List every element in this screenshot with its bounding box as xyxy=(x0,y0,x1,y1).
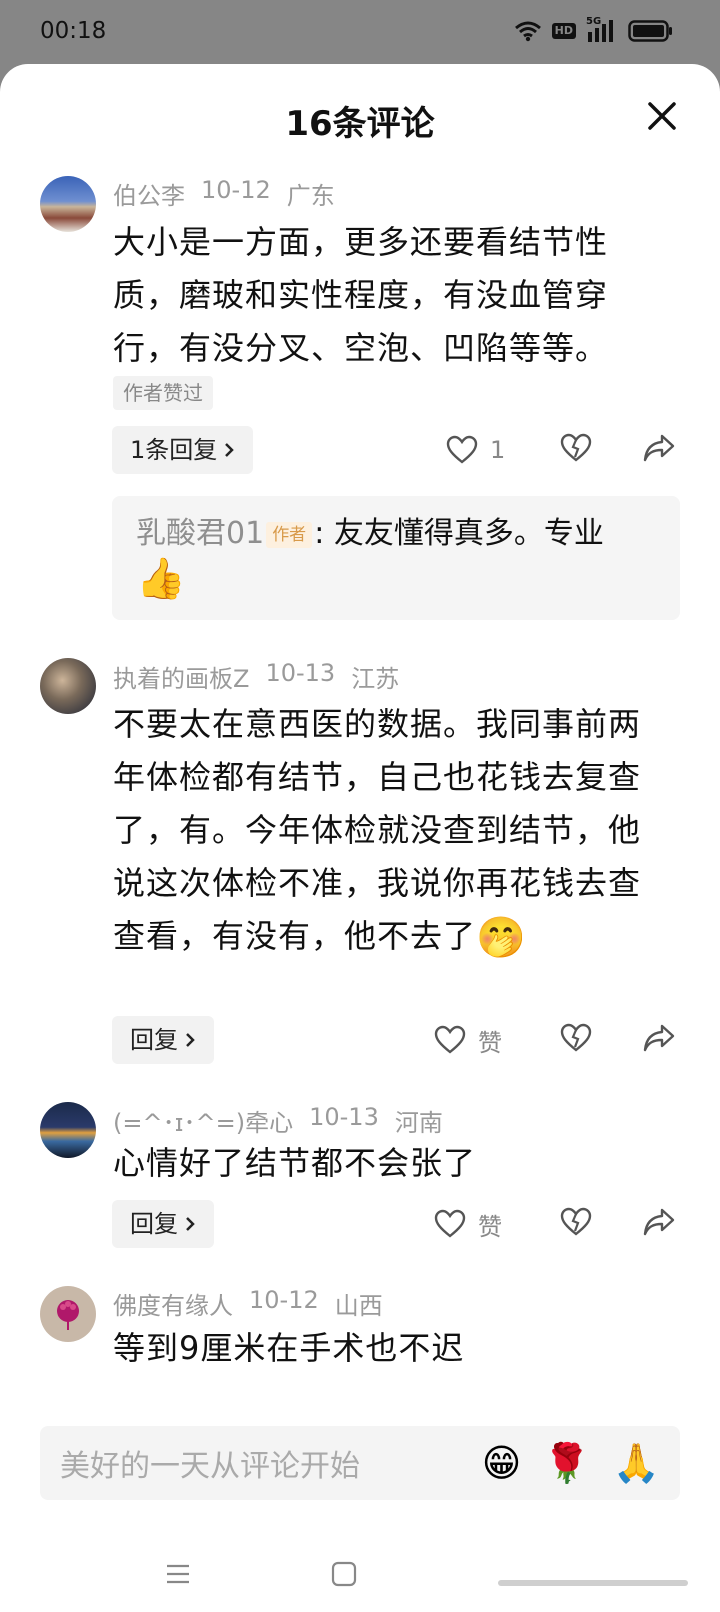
comment-location: 河南 xyxy=(394,1109,443,1137)
comment-author[interactable]: (=^･ɪ･^=)牵心 xyxy=(113,1103,293,1138)
comment-input[interactable]: 美好的一天从评论开始 xyxy=(60,1441,460,1485)
status-bar: 00:18 HD 5G xyxy=(0,0,720,64)
comment-text: 不要太在意西医的数据。我同事前两年体检都有结节，自己也花钱去复查了，有。今年体检… xyxy=(113,698,653,965)
like-button[interactable]: 赞 xyxy=(434,1023,544,1058)
sheet-title: 16条评论 xyxy=(285,104,435,144)
comment-text: 心情好了结节都不会张了 xyxy=(113,1144,477,1182)
rose-emoji-button[interactable]: 🌹 xyxy=(543,1441,590,1486)
comment-date: 10-13 xyxy=(265,659,336,687)
like-button[interactable]: 赞 xyxy=(434,1207,544,1242)
comment-author[interactable]: 伯公李 xyxy=(113,176,185,211)
view-replies-label: 1条回复 xyxy=(130,436,218,464)
avatar[interactable] xyxy=(40,176,96,232)
pray-emoji-button[interactable]: 🙏 xyxy=(613,1441,660,1486)
broken-heart-icon xyxy=(560,433,592,462)
comment-text: 等到9厘米在手术也不迟 xyxy=(113,1329,465,1367)
close-button[interactable] xyxy=(640,94,684,138)
comment-date: 10-13 xyxy=(309,1103,379,1131)
comment-actions: 1 xyxy=(440,426,680,474)
comment-meta: (=^･ɪ･^=)牵心 10-13 河南 xyxy=(113,1103,443,1138)
close-icon xyxy=(648,102,676,130)
comment-author[interactable]: 佛度有缘人 xyxy=(113,1286,233,1321)
like-count: 1 xyxy=(490,436,506,464)
author-liked-badge: 作者赞过 xyxy=(113,376,213,410)
home-icon xyxy=(331,1561,357,1587)
menu-icon xyxy=(167,1564,189,1584)
dislike-button[interactable] xyxy=(560,1023,592,1057)
like-label: 赞 xyxy=(478,1028,502,1057)
reply-label: 回复 xyxy=(130,1210,178,1238)
home-button[interactable] xyxy=(330,1560,358,1592)
comment-text-content: 不要太在意西医的数据。我同事前两年体检都有结节，自己也花钱去复查了，有。今年体检… xyxy=(113,705,642,955)
chevron-right-icon xyxy=(225,443,235,457)
dislike-button[interactable] xyxy=(560,433,592,467)
avatar[interactable] xyxy=(40,1102,96,1158)
menu-button[interactable] xyxy=(164,1560,192,1592)
share-icon xyxy=(643,1024,675,1052)
share-button[interactable] xyxy=(642,1023,676,1057)
share-icon xyxy=(643,434,675,462)
avatar[interactable] xyxy=(40,658,96,714)
comment-location: 广东 xyxy=(286,182,335,210)
grinning-emoji-button[interactable]: 😁 xyxy=(482,1441,522,1485)
status-icons: HD 5G xyxy=(514,16,674,46)
heart-icon xyxy=(434,1025,466,1054)
reply-author[interactable]: 乳酸君01 xyxy=(136,516,264,551)
thumbs-up-emoji: 👍 xyxy=(136,555,186,602)
comment-meta: 佛度有缘人 10-12 山西 xyxy=(113,1286,383,1321)
battery-icon xyxy=(628,20,672,42)
hd-badge: HD xyxy=(551,23,576,39)
reply-text: 友友懂得真多。专业 xyxy=(333,516,604,551)
share-icon xyxy=(643,1208,675,1236)
dislike-button[interactable] xyxy=(560,1207,592,1241)
reply-preview[interactable]: 乳酸君01 作者: 友友懂得真多。专业 👍 xyxy=(112,496,680,620)
comment-meta: 执着的画板Z 10-13 江苏 xyxy=(113,659,399,694)
comment-text: 大小是一方面，更多还要看结节性质，磨玻和实性程度，有没血管穿行，有没分叉、空泡、… xyxy=(113,223,609,367)
gesture-bar-icon xyxy=(498,1580,688,1586)
chevron-right-icon xyxy=(186,1033,195,1047)
author-tag: 作者 xyxy=(266,521,313,548)
covering-mouth-emoji: 🤭 xyxy=(476,914,527,961)
broken-heart-icon xyxy=(560,1023,592,1052)
gesture-bar[interactable] xyxy=(498,1572,688,1591)
reply-button[interactable]: 回复 xyxy=(112,1016,214,1064)
comment-author[interactable]: 执着的画板Z xyxy=(113,659,249,694)
share-button[interactable] xyxy=(642,1207,676,1241)
like-label: 赞 xyxy=(478,1212,502,1241)
share-button[interactable] xyxy=(642,433,676,467)
broken-heart-icon xyxy=(560,1207,592,1236)
status-time: 00:18 xyxy=(40,18,107,44)
comment-date: 10-12 xyxy=(201,176,271,204)
view-replies-button[interactable]: 1条回复 xyxy=(112,426,254,474)
system-nav-bar xyxy=(0,1548,720,1612)
reply-separator: : xyxy=(314,516,325,551)
chevron-right-icon xyxy=(186,1217,195,1231)
comment-input-bar[interactable]: 美好的一天从评论开始 😁 🌹 🙏 xyxy=(40,1426,680,1500)
heart-icon xyxy=(434,1209,466,1238)
lotus-icon xyxy=(57,1300,79,1330)
reply-button[interactable]: 回复 xyxy=(112,1200,214,1248)
comment-meta: 伯公李 10-12 广东 xyxy=(113,176,335,211)
signal-icon: 5G xyxy=(586,16,618,44)
comment-actions: 赞 xyxy=(434,1016,680,1064)
comment-location: 江苏 xyxy=(351,665,400,693)
heart-icon xyxy=(446,435,478,464)
like-button[interactable]: 1 xyxy=(446,435,556,465)
comment-location: 山西 xyxy=(334,1292,383,1320)
comment-actions: 赞 xyxy=(434,1200,680,1248)
comments-sheet: 16条评论 伯公李 10-12 广东 大小是一方面，更多还要看结节性质，磨玻和实… xyxy=(0,64,720,1612)
reply-label: 回复 xyxy=(130,1026,178,1054)
comment-date: 10-12 xyxy=(249,1286,319,1314)
avatar[interactable] xyxy=(40,1286,96,1342)
wifi-icon xyxy=(514,21,541,42)
